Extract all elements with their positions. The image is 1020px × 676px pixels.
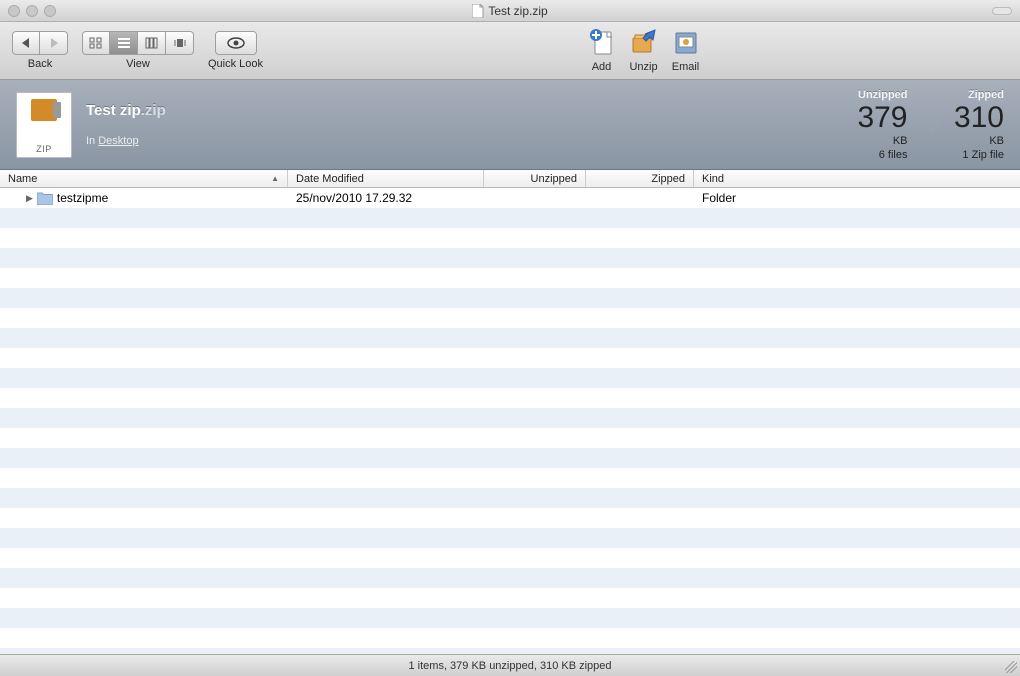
traffic-lights [0,5,56,17]
folder-icon [37,192,53,205]
titlebar: Test zip.zip [0,0,1020,22]
view-coverflow-button[interactable] [166,31,194,55]
file-list[interactable]: ▶ testzipme 25/nov/2010 17.29.32 Folder [0,188,1020,654]
toolbar: Back View Quick Look Add Unzip [0,22,1020,80]
center-tools: Add Unzip Email [585,28,703,73]
email-button[interactable] [669,28,703,58]
col-name[interactable]: Name▲ [0,170,288,187]
info-bar: ZIP Test zip.zip In Desktop Unzipped 379… [0,80,1020,170]
add-file-icon [587,28,617,58]
zoom-window-button[interactable] [44,5,56,17]
window-title: Test zip.zip [0,4,1020,18]
triangle-right-icon [49,38,59,48]
window-title-text: Test zip.zip [488,4,547,18]
quicklook-button[interactable] [215,31,257,55]
item-name: testzipme [57,191,108,205]
columns-icon [145,37,159,49]
back-label: Back [28,58,52,70]
view-label: View [126,58,150,70]
unzip-label: Unzip [629,61,657,73]
triangle-left-icon [21,38,31,48]
unzip-button[interactable] [627,28,661,58]
zipped-stat: Zipped 310 KB 1 Zip file [954,89,1004,161]
coverflow-icon [173,37,187,49]
close-window-button[interactable] [8,5,20,17]
email-group: Email [669,28,703,73]
view-icons-button[interactable] [82,31,110,55]
quicklook-label: Quick Look [208,58,263,70]
email-label: Email [672,61,700,73]
item-kind: Folder [702,191,736,205]
email-icon [671,28,701,58]
file-meta: Test zip.zip In Desktop [86,102,166,147]
add-label: Add [592,61,612,73]
unzip-icon [629,28,659,58]
table-row[interactable]: ▶ testzipme 25/nov/2010 17.29.32 Folder [0,188,1020,208]
column-headers: Name▲ Date Modified Unzipped Zipped Kind [0,170,1020,188]
grid-icon [89,37,103,49]
col-unzipped[interactable]: Unzipped [484,170,586,187]
forward-button[interactable] [40,31,68,55]
location-link[interactable]: Desktop [98,135,138,147]
view-group: View [82,31,194,70]
document-icon [472,4,484,18]
sort-ascending-icon: ▲ [271,174,279,183]
unzip-group: Unzip [627,28,661,73]
add-button[interactable] [585,28,619,58]
arrow-right-icon: ➔ [922,112,940,138]
col-kind[interactable]: Kind [694,170,1020,187]
list-icon [117,37,131,49]
item-date: 25/nov/2010 17.29.32 [296,191,412,205]
eye-icon [227,37,245,49]
back-button[interactable] [12,31,40,55]
add-group: Add [585,28,619,73]
col-date-modified[interactable]: Date Modified [288,170,484,187]
col-zipped[interactable]: Zipped [586,170,694,187]
toolbar-toggle-button[interactable] [992,7,1012,15]
zip-file-icon: ZIP [16,92,72,158]
status-text: 1 items, 379 KB unzipped, 310 KB zipped [408,660,611,672]
back-forward-group: Back [12,31,68,70]
unzipped-stat: Unzipped 379 KB 6 files [857,89,907,161]
minimize-window-button[interactable] [26,5,38,17]
status-bar: 1 items, 379 KB unzipped, 310 KB zipped [0,654,1020,676]
file-name: Test zip.zip [86,102,166,119]
view-columns-button[interactable] [138,31,166,55]
resize-handle[interactable] [1005,661,1017,673]
disclosure-triangle-icon[interactable]: ▶ [26,193,33,204]
stats: Unzipped 379 KB 6 files ➔ Zipped 310 KB … [857,89,1004,161]
quicklook-group: Quick Look [208,31,263,70]
file-location: In Desktop [86,135,166,147]
view-list-button[interactable] [110,31,138,55]
